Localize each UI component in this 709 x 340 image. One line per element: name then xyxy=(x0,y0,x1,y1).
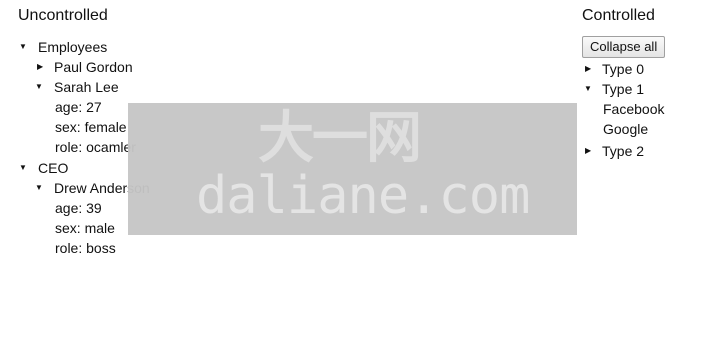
watermark-domain-text: daliane.com xyxy=(196,166,530,226)
collapsed-arrow-icon[interactable]: ▶ xyxy=(585,59,591,79)
tree-node-label: Type 1 xyxy=(602,81,645,97)
controlled-panel: Controlled Collapse all ▶ Type 0 ▼ Type … xyxy=(582,6,702,161)
tree-node-label: Type 0 xyxy=(602,61,645,77)
tree-node-label: Sarah Lee xyxy=(54,79,119,95)
tree-node-paul-gordon[interactable]: ▶ Paul Gordon xyxy=(18,57,318,77)
expanded-arrow-icon[interactable]: ▼ xyxy=(584,79,592,99)
tree-node-employees[interactable]: ▼ Employees xyxy=(18,37,318,57)
tree-node-sarah-lee[interactable]: ▼ Sarah Lee xyxy=(18,77,318,97)
leaf-text: age: 39 xyxy=(55,200,102,216)
leaf-text: sex: female xyxy=(55,119,127,135)
tree-node-type-0[interactable]: ▶ Type 0 xyxy=(582,59,702,79)
leaf-text: role: ocamler xyxy=(55,139,136,155)
leaf-text: Facebook xyxy=(603,101,665,117)
tree-node-label: Paul Gordon xyxy=(54,59,133,75)
collapse-all-wrap: Collapse all xyxy=(582,36,702,60)
expanded-arrow-icon[interactable]: ▼ xyxy=(19,37,27,57)
collapsed-arrow-icon[interactable]: ▶ xyxy=(37,57,43,77)
tree-node-type-1[interactable]: ▼ Type 1 xyxy=(582,79,702,99)
tree-node-label: Employees xyxy=(38,39,108,55)
expanded-arrow-icon[interactable]: ▼ xyxy=(35,178,43,198)
tree-node-label: Type 2 xyxy=(602,143,645,159)
expanded-arrow-icon[interactable]: ▼ xyxy=(35,77,43,97)
tree-leaf: role: boss xyxy=(18,238,318,258)
controlled-title: Controlled xyxy=(582,7,655,24)
watermark-overlay: 大一网 daliane.com xyxy=(128,103,577,235)
tree-node-type-2[interactable]: ▶ Type 2 xyxy=(582,141,702,161)
watermark-chinese-text: 大一网 xyxy=(258,106,422,171)
leaf-text: sex: male xyxy=(55,220,115,236)
tree-node-label: CEO xyxy=(38,160,69,176)
tree-leaf: Google xyxy=(582,119,702,139)
leaf-text: age: 27 xyxy=(55,99,102,115)
expanded-arrow-icon[interactable]: ▼ xyxy=(19,158,27,178)
uncontrolled-title: Uncontrolled xyxy=(18,7,108,24)
collapse-all-button[interactable]: Collapse all xyxy=(582,36,666,58)
leaf-text: role: boss xyxy=(55,240,116,256)
leaf-text: Google xyxy=(603,121,649,137)
collapsed-arrow-icon[interactable]: ▶ xyxy=(585,141,591,161)
tree-leaf: Facebook xyxy=(582,99,702,119)
